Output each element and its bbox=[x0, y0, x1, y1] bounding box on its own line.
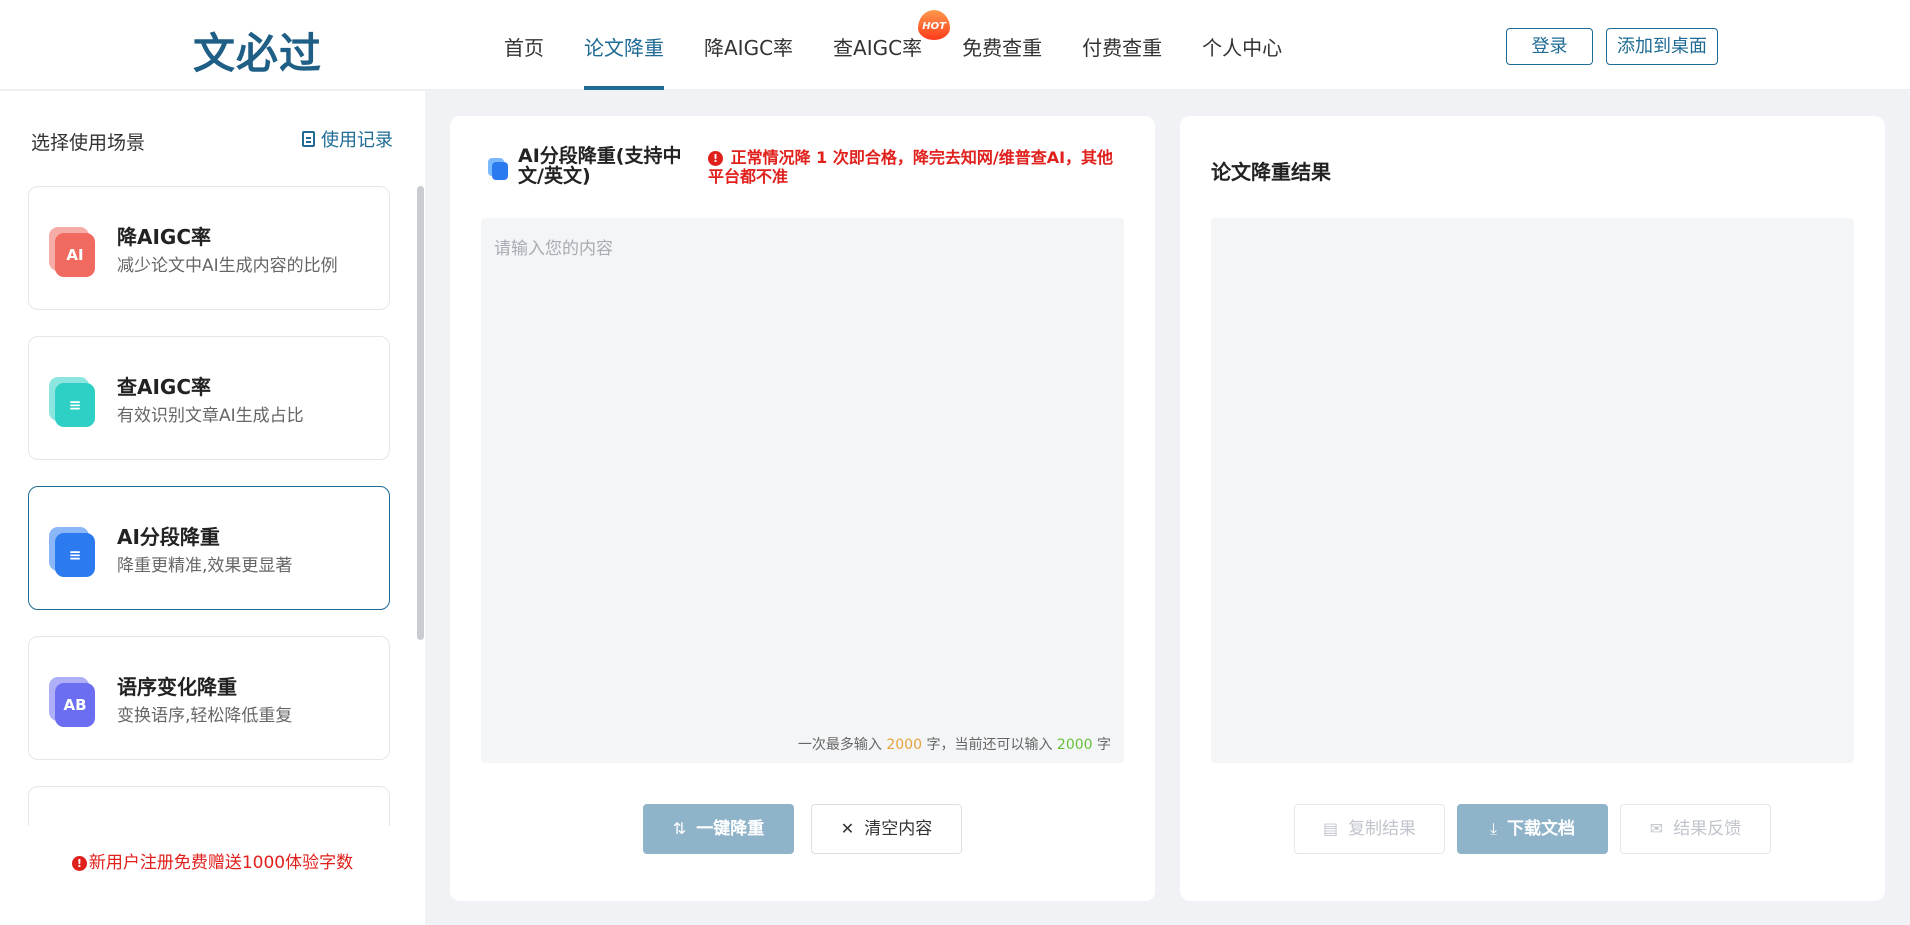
one-click-reduce-label: 一键降重 bbox=[696, 819, 765, 839]
result-output[interactable] bbox=[1211, 218, 1854, 763]
one-click-reduce-button[interactable]: ⇅ 一键降重 bbox=[643, 804, 794, 854]
scene-card-title: 查AIGC率 bbox=[117, 375, 212, 399]
content-input[interactable] bbox=[481, 218, 1124, 763]
scene-sidebar: 选择使用场景 使用记录 AI 降AIGC率减少论文中AI生成内容的比例 ≡ 查AIGC… bbox=[0, 91, 425, 925]
nav-home[interactable]: 首页 bbox=[484, 0, 564, 90]
scene-card[interactable]: ≡ 查AIGC率有效识别文章AI生成占比 bbox=[28, 336, 390, 460]
document-icon bbox=[302, 131, 315, 147]
nav-check-aigc[interactable]: 查AIGC率 HOT bbox=[813, 0, 951, 90]
counter-suffix: 字 bbox=[1097, 737, 1111, 753]
scene-card-desc: 有效识别文章AI生成占比 bbox=[117, 406, 304, 426]
word-counter: 一次最多输入 2000 字，当前还可以输入 2000 字 bbox=[481, 734, 1111, 754]
download-document-button[interactable]: ⤓ 下载文档 bbox=[1457, 804, 1608, 854]
scene-card[interactable]: AB 语序变化降重变换语序,轻松降低重复 bbox=[28, 636, 390, 760]
counter-mid: 字，当前还可以输入 bbox=[926, 737, 1053, 753]
result-panel-title: 论文降重结果 bbox=[1211, 160, 1331, 184]
reorder-icon: AB bbox=[49, 677, 95, 727]
counter-max: 2000 bbox=[886, 737, 922, 753]
mail-icon: ✉ bbox=[1649, 819, 1664, 838]
result-panel: 论文降重结果 ▤ 复制结果 ⤓ 下载文档 ✉ 结果反馈 bbox=[1180, 116, 1885, 901]
swap-icon: ⇅ bbox=[672, 819, 687, 838]
sidebar-scrollbar[interactable] bbox=[417, 186, 424, 640]
new-user-notice: ! 新用户注册免费赠送1000体验字数 bbox=[0, 848, 425, 873]
add-to-desktop-button[interactable]: 添加到桌面 bbox=[1606, 28, 1718, 65]
scene-card-title: 语序变化降重 bbox=[117, 675, 237, 699]
usage-history-link[interactable]: 使用记录 bbox=[302, 126, 393, 152]
nav-reduce-aigc[interactable]: 降AIGC率 bbox=[684, 0, 813, 90]
download-document-label: 下载文档 bbox=[1507, 819, 1576, 839]
scene-card-desc: 减少论文中AI生成内容的比例 bbox=[117, 256, 338, 276]
sidebar-title: 选择使用场景 bbox=[31, 132, 146, 154]
clear-content-button[interactable]: ✕ 清空内容 bbox=[811, 804, 962, 854]
nav-user-center-label: 个人中心 bbox=[1202, 36, 1283, 60]
counter-remaining: 2000 bbox=[1056, 737, 1093, 753]
logo[interactable]: 文必过 bbox=[193, 20, 322, 81]
pass-warning-text: 正常情况降 1 次即合格，降完去知网/维普查AI，其他平台都不准 bbox=[708, 148, 1114, 186]
nav-paper-reduce[interactable]: 论文降重 bbox=[564, 0, 684, 90]
document-icon: ▤ bbox=[1322, 819, 1339, 838]
new-user-notice-text: 新用户注册免费赠送1000体验字数 bbox=[88, 853, 354, 873]
main-nav: 首页 论文降重 降AIGC率 查AIGC率 HOT 免费查重 付费查重 个人中心 bbox=[484, 0, 1302, 90]
copy-result-button[interactable]: ▤ 复制结果 bbox=[1294, 804, 1445, 854]
nav-check-aigc-label: 查AIGC率 bbox=[833, 36, 923, 60]
close-icon: ✕ bbox=[840, 819, 855, 838]
login-button[interactable]: 登录 bbox=[1506, 28, 1593, 65]
warning-icon: ! bbox=[708, 151, 723, 166]
top-header: 文必过 首页 论文降重 降AIGC率 查AIGC率 HOT 免费查重 付费查重 个… bbox=[0, 0, 1910, 90]
scene-card-title: AI分段降重 bbox=[117, 525, 220, 549]
input-panel-title: AI分段降重(支持中文/英文) bbox=[518, 145, 682, 187]
segment-doc-icon: ≡ bbox=[49, 527, 95, 577]
nav-home-label: 首页 bbox=[504, 36, 544, 60]
scene-card[interactable]: AI 降AIGC率减少论文中AI生成内容的比例 bbox=[28, 186, 390, 310]
scene-card-desc: 变换语序,轻松降低重复 bbox=[117, 706, 293, 726]
ai-doc-icon: AI bbox=[49, 227, 95, 277]
input-panel: AI分段降重(支持中文/英文) ! 正常情况降 1 次即合格，降完去知网/维普查… bbox=[450, 116, 1155, 901]
nav-reduce-aigc-label: 降AIGC率 bbox=[704, 36, 794, 60]
result-feedback-button[interactable]: ✉ 结果反馈 bbox=[1620, 804, 1771, 854]
download-icon: ⤓ bbox=[1489, 819, 1498, 838]
counter-prefix: 一次最多输入 bbox=[797, 737, 882, 753]
pass-warning: ! 正常情况降 1 次即合格，降完去知网/维普查AI，其他平台都不准 bbox=[708, 148, 1118, 186]
scene-list[interactable]: AI 降AIGC率减少论文中AI生成内容的比例 ≡ 查AIGC率有效识别文章AI生成占… bbox=[0, 186, 425, 826]
copy-result-label: 复制结果 bbox=[1348, 819, 1417, 839]
segment-doc-icon bbox=[488, 158, 508, 180]
scene-card-title: 同义词替换降重 bbox=[117, 821, 257, 826]
result-feedback-label: 结果反馈 bbox=[1673, 819, 1742, 839]
nav-paper-reduce-label: 论文降重 bbox=[584, 36, 664, 60]
nav-paid-check[interactable]: 付费查重 bbox=[1062, 0, 1182, 90]
nav-user-center[interactable]: 个人中心 bbox=[1182, 0, 1302, 90]
nav-free-check-label: 免费查重 bbox=[962, 36, 1043, 60]
scene-card[interactable]: 同义词替换降重 bbox=[28, 786, 390, 826]
nav-paid-check-label: 付费查重 bbox=[1082, 36, 1163, 60]
scene-card[interactable]: ≡ AI分段降重降重更精准,效果更显著 bbox=[28, 486, 390, 610]
clear-content-label: 清空内容 bbox=[864, 819, 933, 839]
search-doc-icon: ≡ bbox=[49, 377, 95, 427]
warning-icon: ! bbox=[71, 856, 87, 871]
usage-history-label: 使用记录 bbox=[321, 130, 393, 151]
scene-card-desc: 降重更精准,效果更显著 bbox=[117, 556, 293, 576]
scene-card-title: 降AIGC率 bbox=[117, 225, 212, 249]
nav-free-check[interactable]: 免费查重 bbox=[942, 0, 1062, 90]
